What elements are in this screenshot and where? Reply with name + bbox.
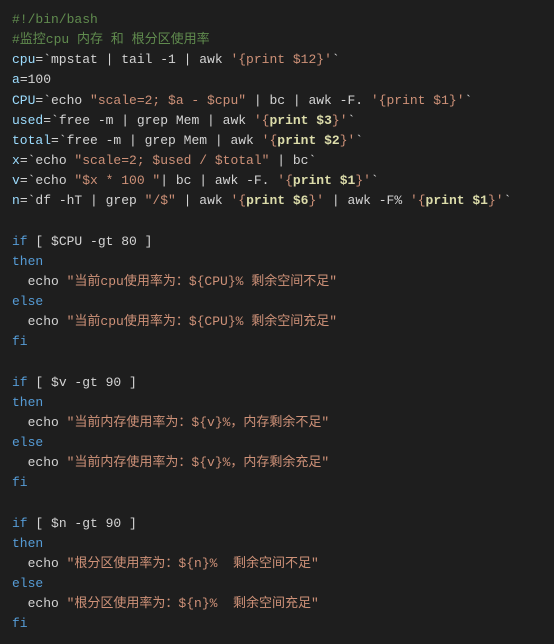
code-line: else echo "当前cpu使用率为：${CPU}% 剩余空间充足"	[12, 294, 337, 329]
code-line: then echo "当前cpu使用率为：${CPU}% 剩余空间不足"	[12, 254, 337, 289]
code-line: then echo "当前内存使用率为：${v}%，内存剩余不足"	[12, 395, 329, 430]
code-line: fi	[12, 616, 28, 631]
code-line: else echo "当前内存使用率为：${v}%，内存剩余充足"	[12, 435, 329, 470]
code-line: cpu=`mpstat | tail -1 | awk '{print $12}…	[12, 52, 340, 67]
code-line: total=`free -m | grep Mem | awk '{print …	[12, 133, 363, 148]
code-line: else echo "根分区使用率为：${n}% 剩余空间充足"	[12, 576, 319, 611]
code-line: x=`echo "scale=2; $used / $total" | bc`	[12, 153, 316, 168]
code-line: CPU=`echo "scale=2; $a - $cpu" | bc | aw…	[12, 93, 472, 108]
code-line: fi	[12, 334, 28, 349]
comment-line: #监控cpu 内存 和 根分区使用率	[12, 32, 210, 47]
code-line: a=100	[12, 72, 51, 87]
code-line: used=`free -m | grep Mem | awk '{print $…	[12, 113, 355, 128]
code-line: fi	[12, 475, 28, 490]
shebang-line: #!/bin/bash	[12, 12, 98, 27]
code-line: if [ $n -gt 90 ]	[12, 516, 137, 531]
code-line: if [ $CPU -gt 80 ]	[12, 234, 152, 249]
code-line: n=`df -hT | grep "/$" | awk '{print $6}'…	[12, 193, 511, 208]
code-editor: #!/bin/bash #监控cpu 内存 和 根分区使用率 cpu=`mpst…	[0, 0, 554, 644]
code-line: then echo "根分区使用率为：${n}% 剩余空间不足"	[12, 536, 319, 571]
code-line: if [ $v -gt 90 ]	[12, 375, 137, 390]
code-line: v=`echo "$x * 100 "| bc | awk -F. '{prin…	[12, 173, 379, 188]
